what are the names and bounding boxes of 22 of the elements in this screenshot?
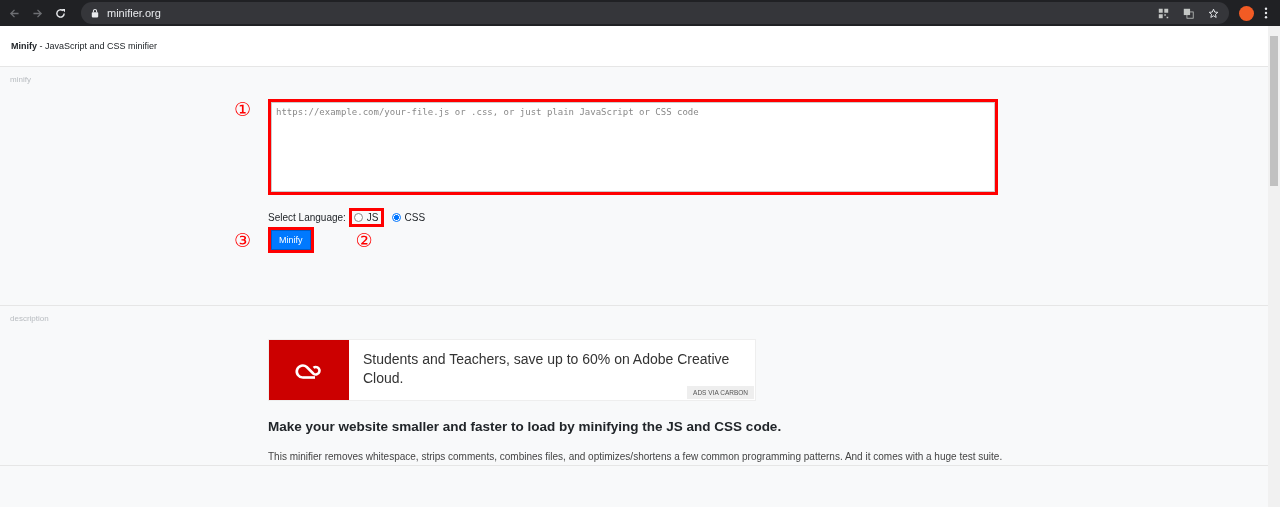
lock-icon xyxy=(91,8,99,18)
description-heading: Make your website smaller and faster to load by minifying the JS and CSS code. xyxy=(268,419,783,434)
address-bar[interactable]: minifier.org xyxy=(81,2,1229,24)
url-text: minifier.org xyxy=(107,7,161,19)
translate-icon[interactable] xyxy=(1183,7,1194,19)
star-icon[interactable] xyxy=(1208,7,1219,19)
language-radio[interactable]: JS xyxy=(348,208,384,227)
minify-button[interactable]: Minify xyxy=(271,230,311,250)
ad-text: Students and Teachers, save up to 60% on Adobe Creative Cloud. xyxy=(363,350,731,388)
avatar-icon[interactable] xyxy=(1239,5,1254,21)
annotation-number: ② xyxy=(355,230,374,250)
annotation-number: ① xyxy=(234,99,253,119)
scrollbar[interactable] xyxy=(1268,26,1280,507)
qr-code-icon[interactable] xyxy=(1158,7,1169,19)
language-label: Select Language: xyxy=(268,212,346,223)
site-title: Minify - JavaScript and CSS minifier xyxy=(11,41,158,51)
menu-icon[interactable] xyxy=(1264,7,1268,19)
annotation-number: ③ xyxy=(234,230,253,250)
description-paragraph: This minifier removes whitespace, strips comments, combines files, and optimizes/shortens a few common programming patterns. And it comes with a huge test suite. xyxy=(268,450,1004,464)
code-input-field[interactable]: https://example.com/your-file.js or .css, or just plain JavaScript or CSS code xyxy=(271,102,995,192)
language-radio[interactable]: CSS xyxy=(386,208,431,227)
reload-icon[interactable] xyxy=(54,6,67,20)
